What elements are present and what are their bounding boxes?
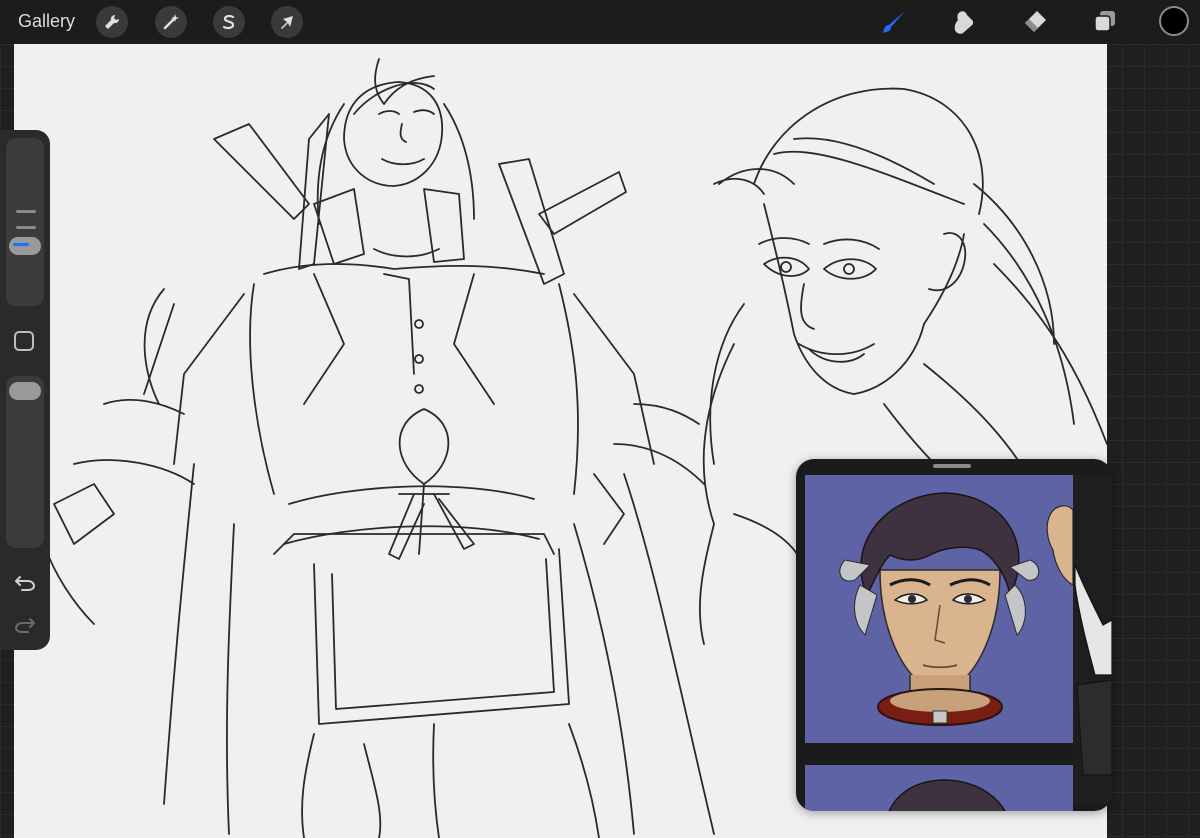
selection-button[interactable] [213, 6, 245, 38]
transform-button[interactable] [271, 6, 303, 38]
character-portrait-2 [888, 779, 1006, 811]
brush-tool-button[interactable] [879, 7, 909, 37]
drag-handle-icon[interactable] [933, 464, 971, 468]
selection-s-icon [222, 14, 235, 30]
reference-side-figure [1073, 475, 1112, 805]
redo-button[interactable] [12, 615, 38, 635]
layers-button[interactable] [1090, 7, 1120, 37]
arrow-cursor-icon [281, 16, 293, 29]
brush-icon [883, 11, 905, 33]
eraser-tool-button[interactable] [1019, 7, 1049, 37]
reference-image-panel-2 [805, 765, 1073, 811]
size-tick [16, 226, 36, 229]
left-sidebar [0, 130, 50, 650]
square-modify-icon[interactable] [14, 331, 34, 351]
adjustments-button[interactable] [155, 6, 187, 38]
top-toolbar: Gallery [0, 0, 1200, 44]
gallery-button[interactable]: Gallery [18, 11, 75, 32]
brush-size-slider[interactable] [6, 138, 44, 306]
reference-window[interactable] [796, 459, 1112, 811]
magic-wand-icon [163, 14, 179, 30]
character-portrait [839, 492, 1074, 726]
size-active-indicator [13, 243, 29, 246]
color-picker-button[interactable] [1159, 6, 1189, 36]
actions-button[interactable] [96, 6, 128, 38]
wrench-icon [105, 14, 120, 29]
layers-icon [1094, 11, 1115, 32]
opacity-thumb[interactable] [9, 382, 41, 400]
undo-icon [15, 576, 36, 591]
eraser-icon [1025, 11, 1046, 32]
redo-icon [14, 618, 35, 633]
size-tick [16, 210, 36, 213]
smudge-icon [954, 11, 974, 34]
reference-image-panel [805, 475, 1074, 743]
brush-size-thumb[interactable] [9, 237, 41, 255]
opacity-slider[interactable] [6, 376, 44, 548]
undo-button[interactable] [12, 573, 38, 593]
smudge-tool-button[interactable] [949, 7, 979, 37]
